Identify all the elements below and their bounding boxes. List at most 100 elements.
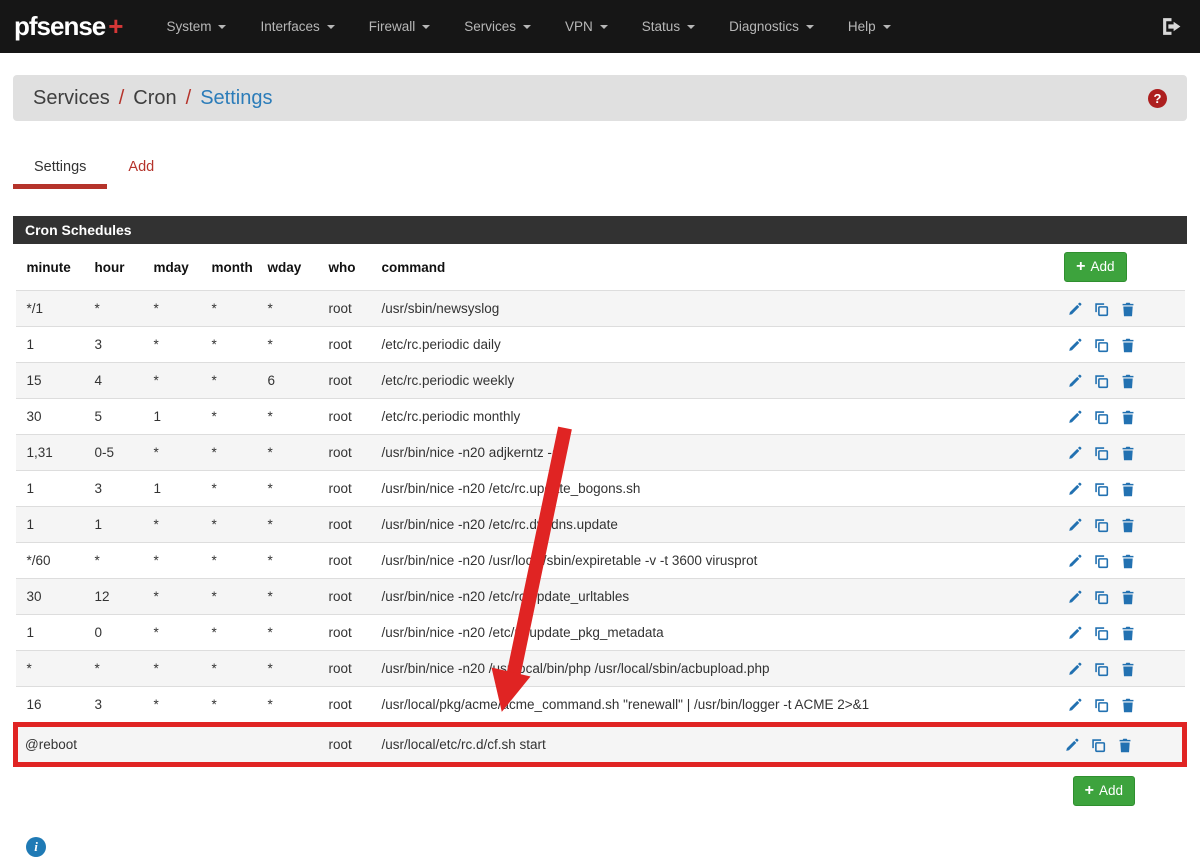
caret-down-icon bbox=[327, 25, 335, 29]
edit-icon[interactable] bbox=[1067, 590, 1082, 605]
menu-item-vpn[interactable]: VPN bbox=[548, 0, 625, 53]
logout-icon[interactable] bbox=[1161, 17, 1182, 36]
row-actions bbox=[1010, 579, 1185, 615]
copy-icon[interactable] bbox=[1094, 662, 1109, 677]
copy-icon[interactable] bbox=[1094, 410, 1109, 425]
delete-icon[interactable] bbox=[1121, 302, 1135, 317]
breadcrumb-item-cron: Cron bbox=[133, 87, 176, 110]
edit-icon[interactable] bbox=[1067, 554, 1082, 569]
table-row: 16 3 * * * root /usr/local/pkg/acme/acme… bbox=[16, 687, 1185, 725]
cell-wday: * bbox=[258, 579, 319, 615]
menu-label: Help bbox=[848, 19, 876, 34]
help-icon[interactable]: ? bbox=[1148, 89, 1167, 108]
panel-title: Cron Schedules bbox=[13, 216, 1187, 244]
cell-minute: 16 bbox=[16, 687, 85, 725]
delete-icon[interactable] bbox=[1121, 662, 1135, 677]
edit-icon[interactable] bbox=[1067, 698, 1082, 713]
edit-icon[interactable] bbox=[1064, 738, 1079, 753]
menu-item-system[interactable]: System bbox=[149, 0, 243, 53]
breadcrumb-item-settings[interactable]: Settings bbox=[200, 87, 272, 110]
menu-item-services[interactable]: Services bbox=[447, 0, 548, 53]
cell-command: /usr/bin/nice -n20 /usr/local/sbin/expir… bbox=[372, 543, 1010, 579]
edit-icon[interactable] bbox=[1067, 482, 1082, 497]
edit-icon[interactable] bbox=[1067, 518, 1082, 533]
delete-icon[interactable] bbox=[1121, 554, 1135, 569]
delete-icon[interactable] bbox=[1121, 410, 1135, 425]
tab-settings[interactable]: Settings bbox=[13, 151, 107, 189]
cell-minute: @reboot bbox=[16, 725, 85, 765]
cell-command: /usr/bin/nice -n20 /etc/rc.dyndns.update bbox=[372, 507, 1010, 543]
cell-command: /usr/local/pkg/acme/acme_command.sh "ren… bbox=[372, 687, 1010, 725]
col-header-command: command bbox=[372, 244, 1010, 291]
edit-icon[interactable] bbox=[1067, 374, 1082, 389]
cell-who: root bbox=[319, 507, 372, 543]
main-menu: System Interfaces Firewall Services VPN … bbox=[149, 0, 907, 53]
table-row: 1 0 * * * root /usr/bin/nice -n20 /etc/r… bbox=[16, 615, 1185, 651]
cell-mday: * bbox=[144, 651, 202, 687]
menu-label: System bbox=[166, 19, 211, 34]
edit-icon[interactable] bbox=[1067, 338, 1082, 353]
copy-icon[interactable] bbox=[1094, 590, 1109, 605]
cell-command: /usr/bin/nice -n20 /etc/rc.update_pkg_me… bbox=[372, 615, 1010, 651]
menu-label: Diagnostics bbox=[729, 19, 799, 34]
menu-item-diagnostics[interactable]: Diagnostics bbox=[712, 0, 831, 53]
copy-icon[interactable] bbox=[1094, 626, 1109, 641]
info-icon[interactable]: i bbox=[26, 837, 46, 857]
copy-icon[interactable] bbox=[1094, 302, 1109, 317]
edit-icon[interactable] bbox=[1067, 302, 1082, 317]
cell-month: * bbox=[202, 687, 258, 725]
cell-month: * bbox=[202, 507, 258, 543]
cell-who: root bbox=[319, 399, 372, 435]
edit-icon[interactable] bbox=[1067, 446, 1082, 461]
cell-month: * bbox=[202, 471, 258, 507]
delete-icon[interactable] bbox=[1121, 446, 1135, 461]
edit-icon[interactable] bbox=[1067, 410, 1082, 425]
cell-wday: * bbox=[258, 291, 319, 327]
cell-minute: 1,31 bbox=[16, 435, 85, 471]
delete-icon[interactable] bbox=[1121, 374, 1135, 389]
copy-icon[interactable] bbox=[1094, 446, 1109, 461]
tab-add[interactable]: Add bbox=[107, 151, 175, 189]
cell-wday: * bbox=[258, 651, 319, 687]
menu-item-help[interactable]: Help bbox=[831, 0, 908, 53]
menu-item-status[interactable]: Status bbox=[625, 0, 712, 53]
delete-icon[interactable] bbox=[1121, 482, 1135, 497]
cell-who: root bbox=[319, 579, 372, 615]
table-row: 15 4 * * 6 root /etc/rc.periodic weekly bbox=[16, 363, 1185, 399]
delete-icon[interactable] bbox=[1118, 738, 1132, 753]
delete-icon[interactable] bbox=[1121, 698, 1135, 713]
cell-command: /usr/local/etc/rc.d/cf.sh start bbox=[372, 725, 1010, 765]
delete-icon[interactable] bbox=[1121, 590, 1135, 605]
cell-minute: 1 bbox=[16, 615, 85, 651]
caret-down-icon bbox=[600, 25, 608, 29]
edit-icon[interactable] bbox=[1067, 626, 1082, 641]
edit-icon[interactable] bbox=[1067, 662, 1082, 677]
cell-wday: * bbox=[258, 327, 319, 363]
cell-wday: * bbox=[258, 687, 319, 725]
cron-table: minute hour mday month wday who command … bbox=[13, 244, 1187, 767]
row-actions bbox=[1010, 651, 1185, 687]
cell-minute: 1 bbox=[16, 327, 85, 363]
delete-icon[interactable] bbox=[1121, 518, 1135, 533]
cell-month: * bbox=[202, 363, 258, 399]
breadcrumb-item-services: Services bbox=[33, 87, 110, 110]
cell-hour: 0 bbox=[85, 615, 144, 651]
copy-icon[interactable] bbox=[1094, 338, 1109, 353]
copy-icon[interactable] bbox=[1094, 698, 1109, 713]
add-button-bottom[interactable]: +Add bbox=[1073, 776, 1135, 806]
cell-command: /usr/sbin/newsyslog bbox=[372, 291, 1010, 327]
delete-icon[interactable] bbox=[1121, 626, 1135, 641]
copy-icon[interactable] bbox=[1094, 554, 1109, 569]
pfsense-logo[interactable]: pfsense+ bbox=[14, 11, 123, 42]
copy-icon[interactable] bbox=[1091, 738, 1106, 753]
delete-icon[interactable] bbox=[1121, 338, 1135, 353]
menu-item-interfaces[interactable]: Interfaces bbox=[243, 0, 351, 53]
copy-icon[interactable] bbox=[1094, 482, 1109, 497]
copy-icon[interactable] bbox=[1094, 518, 1109, 533]
copy-icon[interactable] bbox=[1094, 374, 1109, 389]
row-actions bbox=[1010, 291, 1185, 327]
add-button-top[interactable]: +Add bbox=[1064, 252, 1126, 282]
menu-item-firewall[interactable]: Firewall bbox=[352, 0, 448, 53]
row-actions bbox=[1010, 725, 1185, 765]
plus-icon: + bbox=[1076, 260, 1085, 273]
